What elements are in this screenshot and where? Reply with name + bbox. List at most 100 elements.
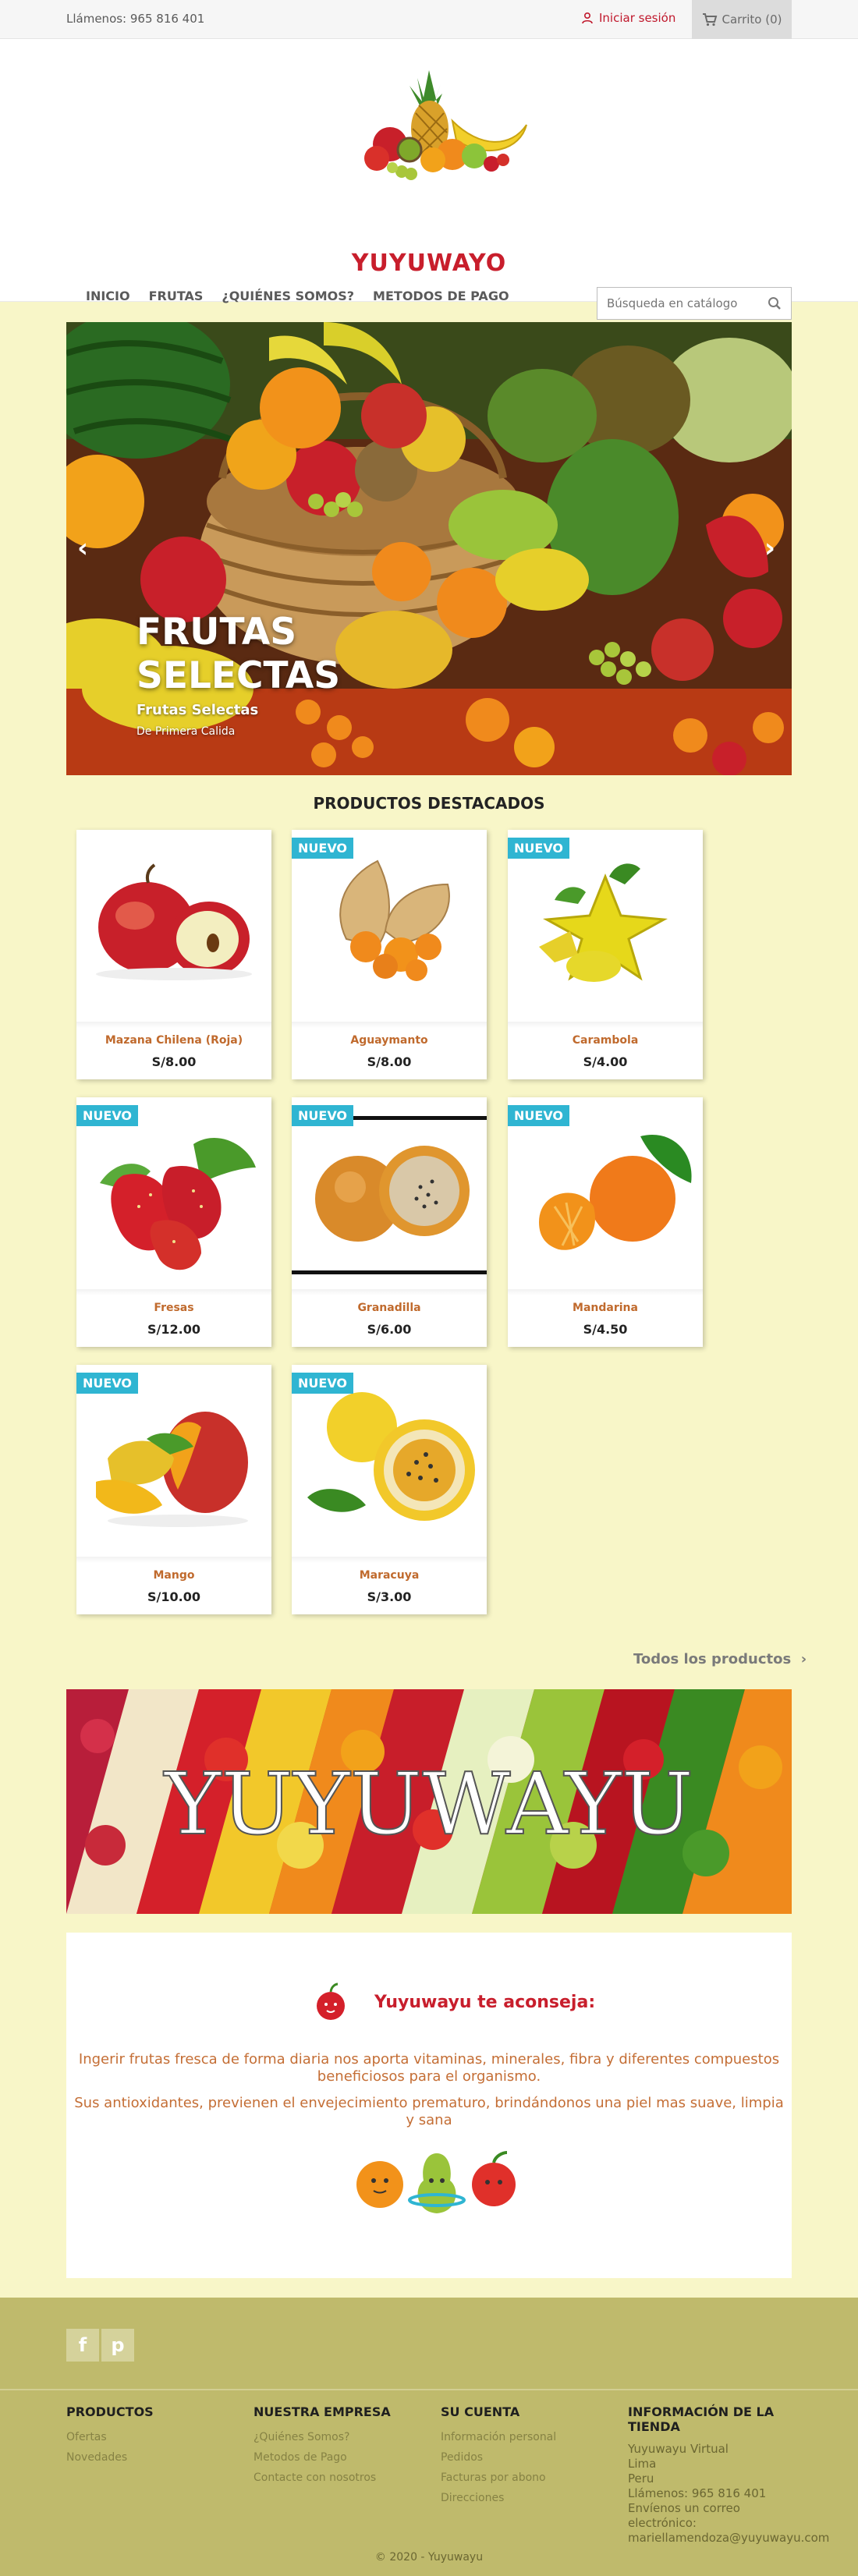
footer-link-pedidos[interactable]: Pedidos xyxy=(441,2447,556,2468)
product-card[interactable]: NUEVO Maracuya S/3.00 xyxy=(292,1365,487,1614)
product-image[interactable] xyxy=(76,1097,271,1292)
footer-link-contacto[interactable]: Contacte con nosotros xyxy=(254,2468,391,2488)
product-name[interactable]: Carambola xyxy=(508,1034,703,1047)
new-badge: NUEVO xyxy=(76,1373,139,1394)
product-price: S/6.00 xyxy=(367,1322,412,1337)
product-price: S/3.00 xyxy=(367,1589,412,1604)
product-name[interactable]: Fresas xyxy=(76,1302,271,1314)
product-price: S/4.50 xyxy=(583,1322,628,1337)
all-products-link[interactable]: Todos los productos › xyxy=(633,1651,807,1667)
all-products-label: Todos los productos xyxy=(633,1651,792,1667)
logo-image[interactable] xyxy=(316,62,542,242)
product-card[interactable]: Mazana Chilena (Roja) S/8.00 xyxy=(76,830,271,1079)
advice-title: Yuyuwayu te aconseja: xyxy=(374,1993,596,2012)
product-card[interactable]: NUEVO Mango S/10.00 xyxy=(76,1365,271,1614)
product-image[interactable] xyxy=(292,830,487,1025)
hero-slider[interactable]: ‹ › FRUTAS SELECTAS Frutas Selectas De P… xyxy=(66,322,792,775)
slide-title-line1: FRUTAS xyxy=(136,611,297,654)
product-image[interactable] xyxy=(76,830,271,1025)
footer-col-company: NUESTRA EMPRESA ¿Quiénes Somos? Metodos … xyxy=(254,2404,391,2488)
store-info-title-line1: INFORMACIÓN DE LA xyxy=(628,2404,775,2419)
phone-text: Llámenos: 965 816 401 xyxy=(66,12,205,26)
store-info-line: Yuyuwayu Virtual xyxy=(628,2442,729,2456)
footer-col-title: NUESTRA EMPRESA xyxy=(254,2404,391,2419)
product-card[interactable]: NUEVO Mandarina S/4.50 xyxy=(508,1097,703,1347)
footer-link-novedades[interactable]: Novedades xyxy=(66,2447,154,2468)
product-image[interactable] xyxy=(76,1365,271,1560)
card-divider xyxy=(76,1557,271,1563)
menu-item-metodos-de-pago[interactable]: METODOS DE PAGO xyxy=(373,289,509,303)
slide-caption: De Primera Calida xyxy=(136,725,236,738)
product-image[interactable] xyxy=(292,1365,487,1560)
card-divider xyxy=(292,1557,487,1563)
advice-p1-line2: beneficiosos para el organismo. xyxy=(317,2068,541,2085)
slide-title: FRUTAS SELECTAS xyxy=(136,611,340,698)
pinterest-icon[interactable]: p xyxy=(101,2329,134,2362)
footer-link-metodos-de-pago[interactable]: Metodos de Pago xyxy=(254,2447,391,2468)
search-input[interactable] xyxy=(607,296,755,310)
card-divider xyxy=(292,1289,487,1295)
brand-name: YUYUWAYO xyxy=(351,250,507,277)
store-info-title-line2: TIENDA xyxy=(628,2419,680,2434)
product-price: S/10.00 xyxy=(147,1589,200,1604)
new-badge: NUEVO xyxy=(292,838,354,859)
search-box xyxy=(597,287,792,320)
site-footer: f p PRODUCTOS Ofertas Novedades NUESTRA … xyxy=(0,2298,858,2576)
product-card[interactable]: NUEVO Aguaymanto S/8.00 xyxy=(292,830,487,1079)
new-badge: NUEVO xyxy=(508,1105,570,1126)
footer-link-facturas[interactable]: Facturas por abono xyxy=(441,2468,556,2488)
product-name[interactable]: Mazana Chilena (Roja) xyxy=(76,1034,271,1047)
new-badge: NUEVO xyxy=(508,838,570,859)
copyright: © 2020 - Yuyuwayu xyxy=(374,2551,484,2564)
store-info-line: Lima xyxy=(628,2457,657,2471)
footer-col-account: SU CUENTA Información personal Pedidos F… xyxy=(441,2404,556,2508)
product-name[interactable]: Mandarina xyxy=(508,1302,703,1314)
footer-col-store-info: INFORMACIÓN DE LA TIENDA Yuyuwayu Virtua… xyxy=(628,2404,838,2546)
advice-paragraph-1: Ingerir frutas fresca de forma diaria no… xyxy=(66,2051,792,2085)
login-link[interactable]: Iniciar sesión xyxy=(581,11,675,25)
new-badge: NUEVO xyxy=(292,1105,354,1126)
product-price: S/12.00 xyxy=(147,1322,200,1337)
footer-col-title: INFORMACIÓN DE LA TIENDA xyxy=(628,2404,838,2434)
menu-item-inicio[interactable]: INICIO xyxy=(86,289,130,303)
site-header: YUYUWAYO INICIO FRUTAS ¿QUIÉNES SOMOS? M… xyxy=(0,39,858,320)
slider-prev-arrow[interactable]: ‹ xyxy=(77,533,88,564)
cart-label: Carrito (0) xyxy=(722,12,782,27)
store-info-line: Envíenos un correo xyxy=(628,2501,740,2515)
product-name[interactable]: Aguaymanto xyxy=(292,1034,487,1047)
product-name[interactable]: Mango xyxy=(76,1569,271,1582)
product-image[interactable] xyxy=(508,830,703,1025)
product-price: S/8.00 xyxy=(151,1054,197,1069)
menu-item-quienes-somos[interactable]: ¿QUIÉNES SOMOS? xyxy=(222,289,354,303)
slider-next-arrow[interactable]: › xyxy=(764,533,775,564)
banner-image: YUYUWAYU xyxy=(66,1689,792,1914)
footer-col-title: PRODUCTOS xyxy=(66,2404,154,2419)
search-icon[interactable] xyxy=(768,296,782,310)
product-card[interactable]: NUEVO Carambola S/4.00 xyxy=(508,830,703,1079)
login-label: Iniciar sesión xyxy=(599,11,676,25)
footer-link-ofertas[interactable]: Ofertas xyxy=(66,2427,154,2447)
cart-button[interactable]: Carrito (0) xyxy=(692,0,792,39)
store-info-line: Peru xyxy=(628,2471,654,2486)
product-card[interactable]: NUEVO Granadilla S/6.00 xyxy=(292,1097,487,1347)
product-image[interactable] xyxy=(292,1097,487,1292)
product-name[interactable]: Maracuya xyxy=(292,1569,487,1582)
footer-link-informacion-personal[interactable]: Información personal xyxy=(441,2427,556,2447)
cart-icon xyxy=(702,13,717,27)
product-price: S/4.00 xyxy=(583,1054,628,1069)
card-divider xyxy=(508,1022,703,1028)
apple-icon xyxy=(317,1982,345,2020)
facebook-icon[interactable]: f xyxy=(66,2329,99,2362)
product-name[interactable]: Granadilla xyxy=(292,1302,487,1314)
footer-link-quienes-somos[interactable]: ¿Quiénes Somos? xyxy=(254,2427,391,2447)
advice-paragraph-2: Sus antioxidantes, previenen el envejeci… xyxy=(66,2095,792,2129)
product-image[interactable] xyxy=(508,1097,703,1292)
promo-banner[interactable]: YUYUWAYU xyxy=(66,1689,792,1914)
footer-link-direcciones[interactable]: Direcciones xyxy=(441,2488,556,2508)
footer-divider xyxy=(0,2389,858,2390)
product-price: S/8.00 xyxy=(367,1054,412,1069)
store-email-link[interactable]: mariellamendoza@yuyuwayu.com xyxy=(628,2531,838,2546)
menu-item-frutas[interactable]: FRUTAS xyxy=(149,289,204,303)
product-card[interactable]: NUEVO Fresas S/12.00 xyxy=(76,1097,271,1347)
advice-p2-line1: Sus antioxidantes, previenen el envejeci… xyxy=(74,2095,784,2111)
